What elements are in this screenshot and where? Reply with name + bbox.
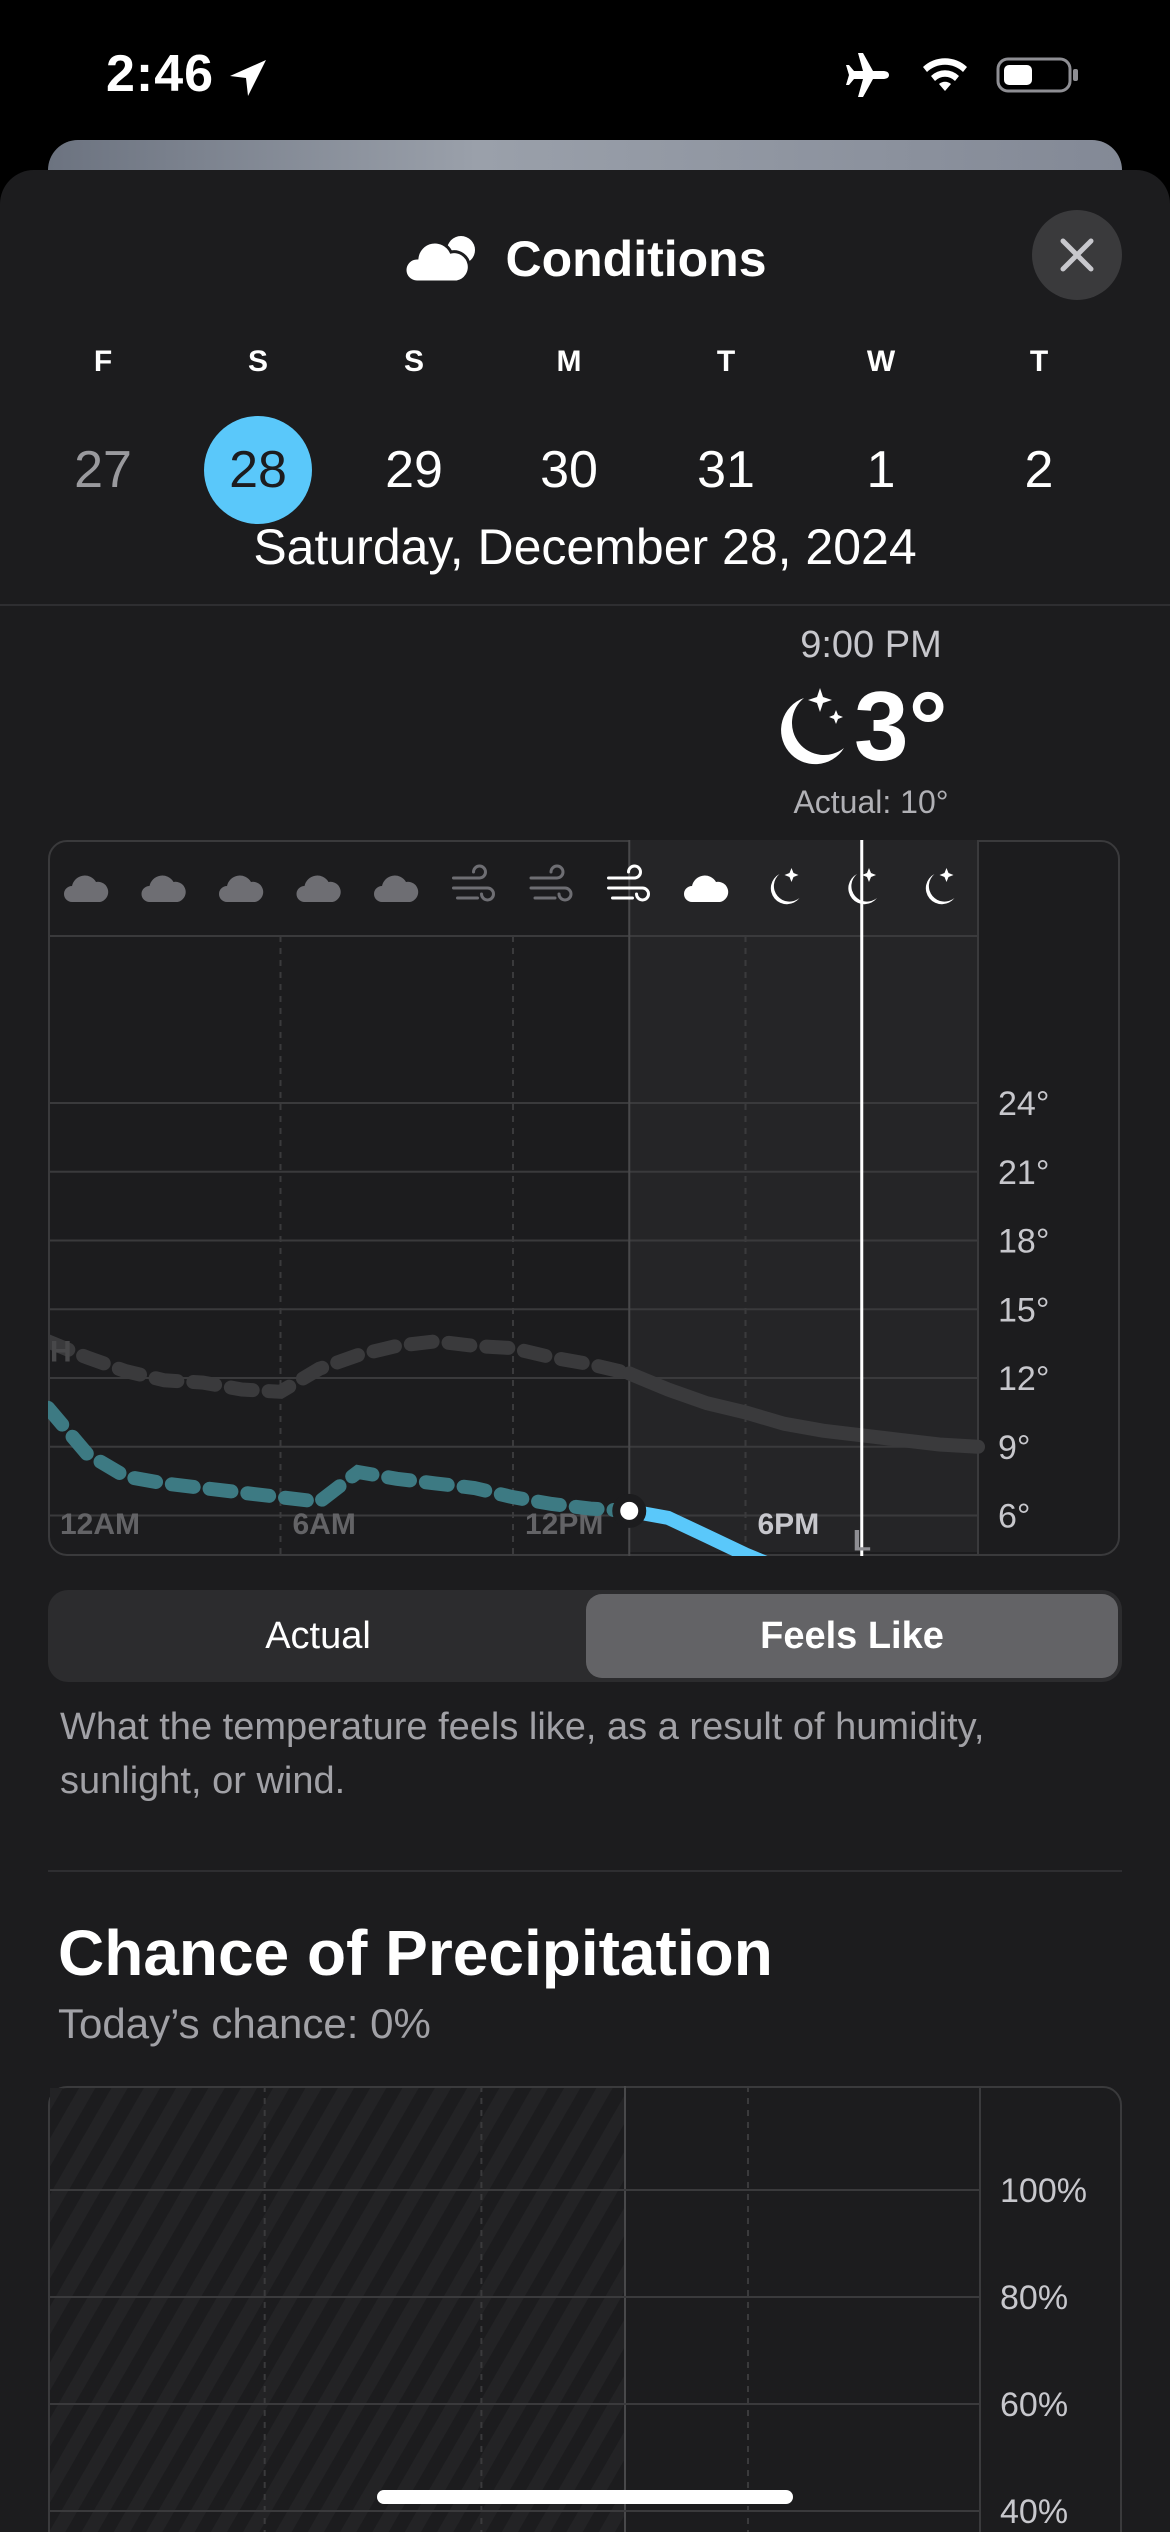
y-tick-label: 9° xyxy=(998,1429,1031,1467)
feels-like-description: What the temperature feels like, as a re… xyxy=(60,1706,985,1802)
y-tick-label: 15° xyxy=(998,1291,1049,1329)
day-picker: F 27 S 28 S 29 M 30 T 31 W 1 T 2 xyxy=(0,342,1170,524)
divider xyxy=(0,604,1170,606)
precip-subtitle: Today’s chance: 0% xyxy=(58,2000,431,2047)
feels-like-option[interactable]: Feels Like xyxy=(586,1594,1118,1678)
day-number: 27 xyxy=(74,441,132,499)
high-marker: H xyxy=(50,1335,72,1368)
selected-date: Saturday, December 28, 2024 xyxy=(253,519,917,575)
status-time: 2:46 xyxy=(106,45,215,103)
day-29[interactable]: S 29 xyxy=(359,342,469,524)
y-tick-label: 40% xyxy=(1000,2493,1068,2531)
now-dot xyxy=(612,1493,647,1528)
readout-temperature: 3° xyxy=(764,670,948,783)
moon-stars-icon xyxy=(781,687,844,764)
day-28[interactable]: S 28 xyxy=(203,342,313,524)
day-30[interactable]: M 30 xyxy=(514,342,624,524)
day-letter: S xyxy=(403,345,424,378)
readout-time: 9:00 PM xyxy=(800,624,942,666)
location-arrow-icon xyxy=(230,60,266,96)
day-31[interactable]: T 31 xyxy=(671,342,781,524)
day-number: 29 xyxy=(385,441,443,499)
day-letter: W xyxy=(866,345,896,378)
precipitation-chart[interactable]: 100% 80% 60% 40% xyxy=(48,2086,1122,2532)
precip-title: Chance of Precipitation xyxy=(58,1917,773,1989)
y-tick-label: 24° xyxy=(998,1085,1049,1123)
actual-option[interactable]: Actual xyxy=(52,1594,584,1678)
y-tick-label: 60% xyxy=(1000,2386,1068,2424)
status-bar: 2:46 xyxy=(0,0,1170,150)
day-letter: M xyxy=(556,345,582,378)
divider xyxy=(48,1870,1122,1872)
sheet-title: Conditions xyxy=(0,226,1170,288)
y-tick-label: 80% xyxy=(1000,2279,1068,2317)
y-tick-label: 100% xyxy=(1000,2172,1087,2210)
close-icon xyxy=(1060,238,1094,272)
temperature-chart[interactable]: 24°21°18°15°12°9°6°3°0°12AM6AM12PM6PMHL xyxy=(48,840,1120,1556)
x-tick-label: 12AM xyxy=(60,1508,140,1541)
close-button[interactable] xyxy=(1032,210,1122,300)
cloud-icon xyxy=(403,235,476,284)
day-number: 30 xyxy=(540,441,598,499)
day-number: 1 xyxy=(866,441,896,499)
day-letter: S xyxy=(247,345,268,378)
y-tick-label: 12° xyxy=(998,1360,1049,1398)
x-tick-label: 6PM xyxy=(758,1508,820,1541)
day-letter: T xyxy=(716,345,736,378)
day-number: 28 xyxy=(204,416,312,524)
low-marker: L xyxy=(853,1524,871,1556)
actual-feels-like-toggle[interactable]: Actual Feels Like xyxy=(48,1590,1122,1682)
day-1[interactable]: W1 xyxy=(826,342,936,524)
wifi-icon xyxy=(923,58,967,91)
airplane-icon xyxy=(846,53,889,97)
day-letter: T xyxy=(1029,345,1049,378)
battery-icon xyxy=(996,57,1078,93)
readout-temp-value: 3° xyxy=(854,671,948,781)
day-number: 31 xyxy=(697,441,755,499)
x-tick-label: 6AM xyxy=(293,1508,356,1541)
past-hatched-region xyxy=(50,2088,625,2532)
day-27[interactable]: F 27 xyxy=(48,342,158,524)
home-indicator[interactable] xyxy=(377,2490,793,2504)
y-tick-label: 21° xyxy=(998,1154,1049,1192)
day-letter: F xyxy=(93,345,113,378)
y-tick-label: 18° xyxy=(998,1223,1049,1261)
day-2[interactable]: T2 xyxy=(984,342,1094,524)
day-number: 2 xyxy=(1024,441,1054,499)
readout-actual: Actual: 10° xyxy=(793,784,949,820)
conditions-sheet: Conditions F 27 S 28 S 29 M 30 T 31 W 1 T 2 Saturday,… xyxy=(0,170,1170,2532)
y-tick-label: 6° xyxy=(998,1498,1031,1536)
title-text: Conditions xyxy=(505,230,767,287)
